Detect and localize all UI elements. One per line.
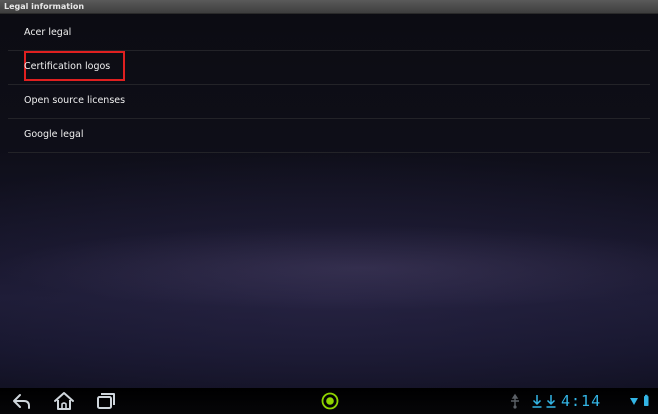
- usb-icon: [511, 393, 519, 409]
- battery-icon: [644, 394, 649, 406]
- clock[interactable]: 4:14: [561, 391, 601, 411]
- system-navigation-bar: 4:14: [0, 388, 658, 414]
- menu-item-label: Certification logos: [24, 61, 111, 72]
- notification-button[interactable]: [319, 391, 341, 411]
- download-status-1: [531, 392, 543, 410]
- back-icon: [13, 394, 30, 409]
- wifi-icon: [630, 398, 638, 405]
- page-title: Legal information: [4, 2, 85, 11]
- recent-apps-button[interactable]: [95, 391, 117, 411]
- back-button[interactable]: [10, 391, 32, 411]
- recent-apps-icon: [97, 393, 115, 409]
- usb-status: [508, 392, 522, 410]
- menu-item-acer-legal[interactable]: Acer legal: [8, 17, 650, 51]
- battery-status: [641, 392, 651, 410]
- wifi-status: [629, 392, 639, 410]
- download-icon: [532, 395, 542, 408]
- menu-item-label: Google legal: [24, 129, 84, 140]
- download-status-2: [545, 392, 557, 410]
- download-icon: [546, 395, 556, 408]
- menu-item-label: Open source licenses: [24, 95, 126, 106]
- legal-menu-list: Acer legal Certification logos Open sour…: [8, 17, 650, 153]
- screen: Legal information Acer legal Certificati…: [0, 0, 658, 414]
- home-icon: [54, 392, 74, 410]
- title-bar: Legal information: [0, 0, 658, 14]
- menu-item-certification-logos[interactable]: Certification logos: [8, 50, 650, 85]
- home-button[interactable]: [53, 391, 75, 411]
- menu-item-label: Acer legal: [24, 27, 72, 38]
- menu-item-google-legal[interactable]: Google legal: [8, 119, 650, 153]
- menu-item-open-source-licenses[interactable]: Open source licenses: [8, 85, 650, 119]
- notification-dot-icon: [321, 392, 339, 410]
